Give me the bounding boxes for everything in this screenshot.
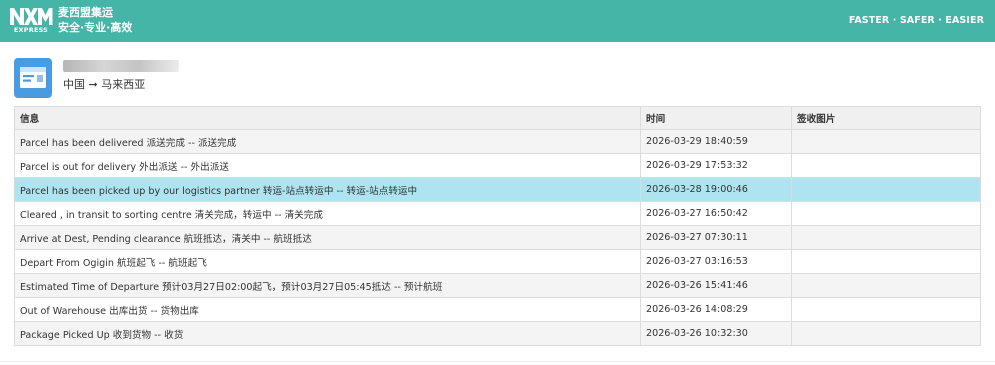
nxm-logo-mark <box>10 8 53 25</box>
table-row: Cleared , in transit to sorting centre 清… <box>14 201 981 226</box>
table-row: Depart From Ogigin 航班起飞 -- 航班起飞 2026-03-… <box>14 249 981 274</box>
event-info: Parcel has been delivered 派送完成 -- 派送完成 <box>14 129 641 154</box>
route-text: 中国 ➞ 马来西亚 <box>63 78 146 91</box>
event-info: Depart From Ogigin 航班起飞 -- 航班起飞 <box>14 249 641 274</box>
table-row: Arrive at Dest, Pending clearance 航班抵达，清… <box>14 225 981 250</box>
column-header-info: 信息 <box>14 106 641 130</box>
sign-image-cell <box>791 297 981 322</box>
package-card-icon <box>14 58 52 98</box>
event-info: Arrive at Dest, Pending clearance 航班抵达，清… <box>14 225 641 250</box>
column-header-sign-image: 签收图片 <box>791 106 981 130</box>
table-row: Package Picked Up 收到货物 -- 收货 2026-03-26 … <box>14 321 981 346</box>
table-header-row: 信息 时间 签收图片 <box>14 106 981 130</box>
tracking-table: 信息 时间 签收图片 Parcel has been delivered 派送完… <box>14 106 981 346</box>
site-header: EXPRESS 麦西盟集运 安全·专业·高效 FASTER · SAFER · … <box>0 0 995 42</box>
event-info: Package Picked Up 收到货物 -- 收货 <box>14 321 641 346</box>
column-header-time: 时间 <box>640 106 792 130</box>
brand-name: 麦西盟集运 <box>58 6 113 19</box>
event-time: 2026-03-28 19:00:46 <box>640 177 792 202</box>
event-time: 2026-03-27 03:16:53 <box>640 249 792 274</box>
event-info: Estimated Time of Departure 预计03月27日02:0… <box>14 273 641 298</box>
header-tagline: FASTER · SAFER · EASIER <box>848 15 984 26</box>
sign-image-cell <box>791 153 981 178</box>
sign-image-cell <box>791 273 981 298</box>
tracking-number <box>63 60 179 72</box>
nxm-express-logo[interactable]: EXPRESS <box>9 6 53 34</box>
event-info: Parcel has been picked up by our logisti… <box>14 177 641 202</box>
brand-slogan: 安全·专业·高效 <box>58 21 133 34</box>
table-row: Estimated Time of Departure 预计03月27日02:0… <box>14 273 981 298</box>
event-info: Cleared , in transit to sorting centre 清… <box>14 201 641 226</box>
event-time: 2026-03-27 16:50:42 <box>640 201 792 226</box>
sign-image-cell <box>791 225 981 250</box>
sign-image-cell <box>791 321 981 346</box>
shipment-info: 中国 ➞ 马来西亚 <box>14 58 514 98</box>
sign-image-cell <box>791 129 981 154</box>
event-info: Out of Warehouse 出库出货 -- 货物出库 <box>14 297 641 322</box>
table-row: Parcel has been delivered 派送完成 -- 派送完成 2… <box>14 129 981 154</box>
event-time: 2026-03-26 15:41:46 <box>640 273 792 298</box>
sign-image-cell <box>791 249 981 274</box>
event-info: Parcel is out for delivery 外出派送 -- 外出派送 <box>14 153 641 178</box>
footer-divider <box>0 361 995 362</box>
event-time: 2026-03-27 07:30:11 <box>640 225 792 250</box>
table-row: Parcel is out for delivery 外出派送 -- 外出派送 … <box>14 153 981 178</box>
table-row: Out of Warehouse 出库出货 -- 货物出库 2026-03-26… <box>14 297 981 322</box>
sign-image-cell <box>791 201 981 226</box>
event-time: 2026-03-29 18:40:59 <box>640 129 792 154</box>
table-row-highlighted: Parcel has been picked up by our logisti… <box>14 177 981 202</box>
event-time: 2026-03-29 17:53:32 <box>640 153 792 178</box>
event-time: 2026-03-26 10:32:30 <box>640 321 792 346</box>
sign-image-cell <box>791 177 981 202</box>
event-time: 2026-03-26 14:08:29 <box>640 297 792 322</box>
logo-subtext: EXPRESS <box>13 26 49 34</box>
brand-block: 麦西盟集运 安全·专业·高效 <box>58 6 132 35</box>
